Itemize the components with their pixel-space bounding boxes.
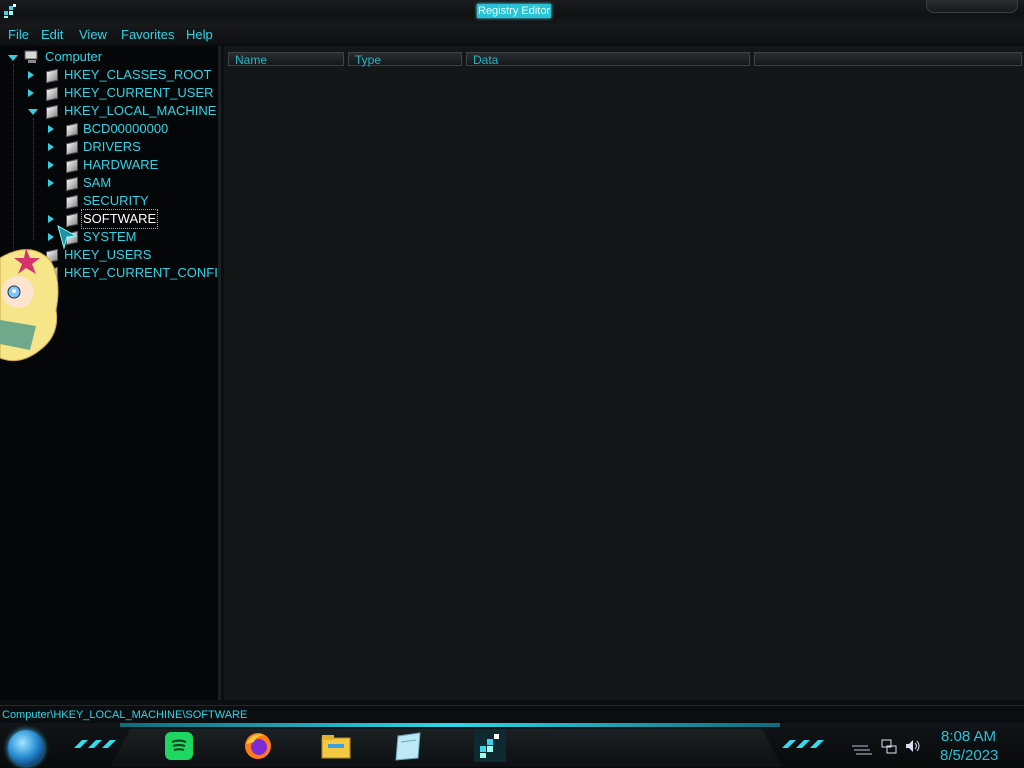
tree-item-hkey-current-user[interactable]: HKEY_CURRENT_USER (0, 84, 218, 102)
menu-favorites[interactable]: Favorites (121, 27, 174, 42)
status-path: Computer\HKEY_LOCAL_MACHINE\SOFTWARE (2, 709, 248, 721)
clock-time[interactable]: 8:08 AM (941, 728, 996, 745)
tree-label: HKEY_LOCAL_MACHINE (64, 103, 217, 118)
notepad-icon[interactable] (392, 730, 424, 762)
folder-icon (46, 86, 58, 102)
registry-editor-icon[interactable] (474, 730, 506, 762)
expand-toggle-icon[interactable] (28, 109, 38, 115)
menu-view[interactable]: View (79, 27, 107, 42)
folder-icon (46, 68, 58, 84)
tree-label: SAM (83, 175, 112, 190)
tree-label: Computer (45, 49, 103, 64)
taskbar-glow (120, 723, 780, 727)
menu-edit[interactable]: Edit (41, 27, 63, 42)
folder-icon (66, 176, 78, 192)
show-hidden-icons-icon[interactable] (850, 742, 872, 758)
chevron-decoration-icon (782, 740, 824, 748)
tree-item-security[interactable]: SECURITY (0, 192, 218, 210)
taskbar-shelf (110, 729, 782, 767)
expand-toggle-icon[interactable] (48, 143, 54, 151)
folder-icon (66, 122, 78, 138)
tree-item-software[interactable]: SOFTWARE (0, 209, 218, 229)
computer-icon (24, 50, 38, 63)
file-explorer-icon[interactable] (320, 730, 352, 762)
expand-toggle-icon[interactable] (8, 55, 18, 61)
folder-icon (66, 158, 78, 174)
tree-label: SECURITY (83, 193, 149, 208)
expand-toggle-icon[interactable] (48, 215, 54, 223)
column-header-data[interactable]: Data (466, 52, 750, 67)
tree-label: SYSTEM (83, 229, 137, 244)
tree-item-bcd00000000[interactable]: BCD00000000 (0, 120, 218, 138)
tree-label: HARDWARE (83, 157, 159, 172)
expand-toggle-icon[interactable] (48, 179, 54, 187)
network-icon[interactable] (881, 738, 897, 754)
tree-item-drivers[interactable]: DRIVERS (0, 138, 218, 156)
firefox-icon[interactable] (242, 730, 274, 762)
chevron-decoration-icon (74, 740, 116, 748)
expand-toggle-icon[interactable] (48, 161, 54, 169)
spotify-icon[interactable] (163, 730, 195, 762)
expand-toggle-icon[interactable] (48, 125, 54, 133)
cartoon-character-decoration (0, 248, 59, 362)
volume-icon[interactable] (905, 738, 921, 754)
expand-toggle-icon[interactable] (28, 89, 34, 97)
clock-date[interactable]: 8/5/2023 (940, 747, 998, 764)
tree-label: DRIVERS (83, 139, 141, 154)
menu-help[interactable]: Help (186, 27, 213, 42)
column-header-type[interactable]: Type (348, 52, 462, 67)
tree-label-selected: SOFTWARE (80, 209, 159, 229)
folder-icon (46, 104, 58, 120)
tree-label: BCD00000000 (83, 121, 169, 136)
column-header-name[interactable]: Name (228, 52, 344, 67)
values-list[interactable]: Name Type Data (224, 46, 1024, 700)
tree-label: HKEY_CURRENT_CONFI (64, 265, 218, 280)
tree-label: HKEY_CLASSES_ROOT (64, 67, 212, 82)
registry-tree[interactable]: Computer HKEY_CLASSES_ROOT HKEY_CURRENT_… (0, 46, 221, 700)
tree-item-hkey-local-machine[interactable]: HKEY_LOCAL_MACHINE (0, 102, 218, 120)
tree-item-hardware[interactable]: HARDWARE (0, 156, 218, 174)
column-header-empty (754, 52, 1022, 66)
folder-icon (66, 194, 78, 210)
tree-item-sam[interactable]: SAM (0, 174, 218, 192)
title-bar: Registry Editor (0, 0, 1024, 25)
menu-bar: File Edit View Favorites Help (0, 24, 1024, 44)
tree-item-hkey-classes-root[interactable]: HKEY_CLASSES_ROOT (0, 66, 218, 84)
window-title: Registry Editor (477, 4, 552, 18)
window-controls[interactable] (926, 0, 1018, 13)
start-button[interactable] (8, 730, 44, 766)
registry-editor-app-icon[interactable] (2, 3, 18, 19)
list-header: Name Type Data (224, 52, 1024, 68)
tree-item-computer[interactable]: Computer (0, 48, 218, 66)
menu-file[interactable]: File (8, 27, 29, 42)
status-bar: Computer\HKEY_LOCAL_MACHINE\SOFTWARE (0, 705, 1024, 724)
tree-label: HKEY_CURRENT_USER (64, 85, 214, 100)
folder-icon (66, 140, 78, 156)
expand-toggle-icon[interactable] (28, 71, 34, 79)
